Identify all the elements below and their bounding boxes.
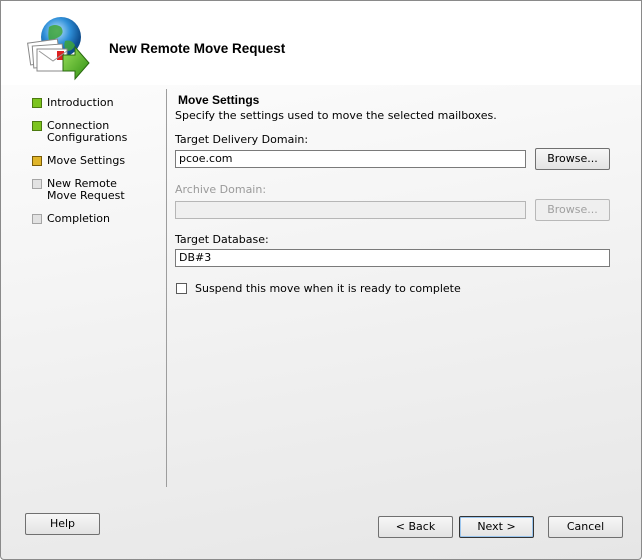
target-domain-input[interactable]: pcoe.com [175,150,526,168]
nav-step-new-remote-move-request[interactable]: New Remote Move Request [31,178,147,202]
step-complete-icon [32,121,42,131]
archive-domain-input[interactable] [175,201,526,219]
browse-archive-button[interactable]: Browse... [535,199,610,221]
nav-step-label: New Remote Move Request [47,177,125,202]
suspend-move-checkbox[interactable] [176,283,187,294]
nav-step-label: Introduction [47,96,114,109]
target-database-input[interactable]: DB#3 [175,249,610,267]
step-current-icon [32,156,42,166]
nav-step-introduction[interactable]: Introduction [31,97,161,109]
step-complete-icon [32,98,42,108]
nav-step-label: Connection Configurations [47,119,128,144]
section-description: Specify the settings used to move the se… [175,109,497,122]
nav-step-move-settings[interactable]: Move Settings [31,155,161,167]
wizard-steps-nav: Introduction Connection Configurations M… [31,97,161,236]
back-button[interactable]: < Back [378,516,453,538]
help-button[interactable]: Help [25,513,100,535]
wizard-header: New Remote Move Request [1,1,641,85]
section-title: Move Settings [178,93,260,107]
wizard-window: New Remote Move Request Introduction Con… [0,0,642,560]
suspend-move-label[interactable]: Suspend this move when it is ready to co… [195,282,461,295]
step-pending-icon [32,214,42,224]
nav-step-label: Move Settings [47,154,126,167]
target-domain-label: Target Delivery Domain: [175,133,309,146]
browse-domain-button[interactable]: Browse... [535,148,610,170]
nav-step-connection-configurations[interactable]: Connection Configurations [31,120,131,144]
next-button[interactable]: Next > [459,516,534,538]
cancel-button[interactable]: Cancel [548,516,623,538]
archive-domain-label: Archive Domain: [175,183,267,196]
wizard-title: New Remote Move Request [109,41,286,56]
nav-step-completion[interactable]: Completion [31,213,161,225]
target-database-label: Target Database: [175,233,269,246]
nav-step-label: Completion [47,212,111,225]
nav-divider [166,89,167,487]
globe-envelopes-arrow-icon [23,15,93,81]
step-pending-icon [32,179,42,189]
